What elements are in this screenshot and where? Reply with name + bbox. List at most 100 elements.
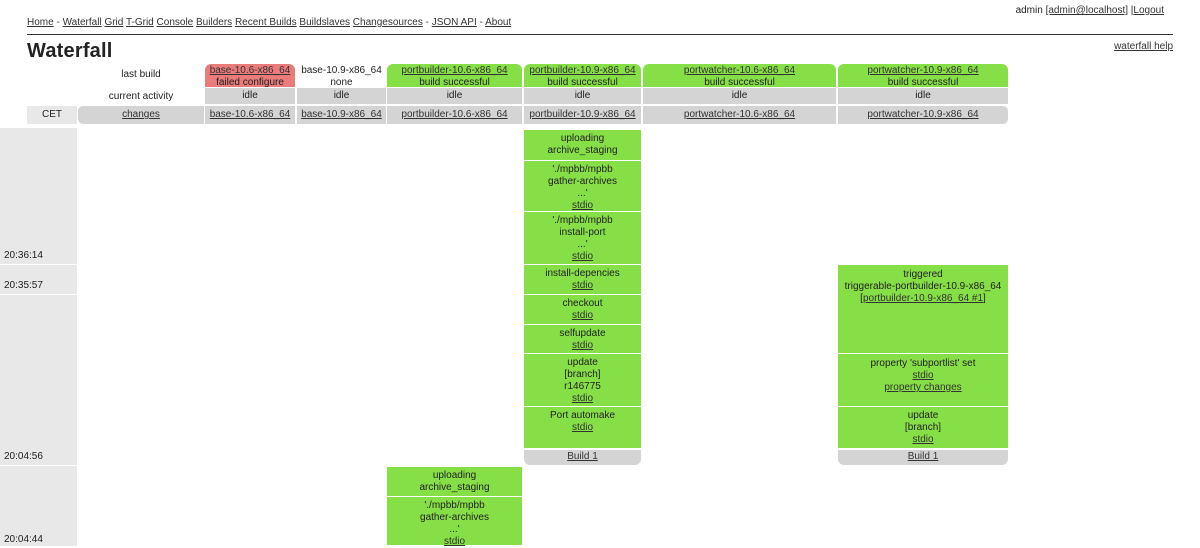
step-name: './mpbb/mpbb xyxy=(424,500,485,511)
timezone-header: CET xyxy=(27,106,77,124)
build-step-port-automake: Port automake stdio xyxy=(524,407,641,449)
current-activity-label: current activity xyxy=(108,91,174,102)
nav-tgrid-link[interactable]: T-Grid xyxy=(126,17,154,28)
stdio-link[interactable]: stdio xyxy=(572,310,593,321)
step-name: install-depencies xyxy=(545,268,620,279)
step-detail: [branch] xyxy=(564,369,601,380)
step-name: uploading xyxy=(432,470,477,481)
stdio-link[interactable]: stdio xyxy=(572,422,593,433)
build-1-portbuilder-10-9: Build 1 xyxy=(524,450,641,465)
nav-grid-link[interactable]: Grid xyxy=(104,17,123,28)
nav-recent-builds-link[interactable]: Recent Builds xyxy=(235,17,297,28)
build-step-update: update [branch] r146775 stdio xyxy=(524,354,641,407)
nav-buildslaves-link[interactable]: Buildslaves xyxy=(299,17,350,28)
nav-about-link[interactable]: About xyxy=(485,17,511,28)
page-title: Waterfall xyxy=(27,40,113,62)
build-status: build successful xyxy=(547,77,618,88)
build-step-install-depencies: install-depencies stdio xyxy=(524,265,641,295)
waterfall-help-link[interactable]: waterfall help xyxy=(1114,41,1173,52)
stdio-link[interactable]: stdio xyxy=(572,251,593,262)
top-nav: Home - Waterfall Grid T-Grid Console Bui… xyxy=(27,17,512,28)
step-name: checkout xyxy=(562,298,603,309)
step-detail: archive_staging xyxy=(547,145,618,156)
activity-base-10-9: idle xyxy=(297,88,386,104)
build-step-install-port: './mpbb/mpbb install-port ...' stdio xyxy=(524,212,641,265)
builder-link[interactable]: base-10.6-x86_64 xyxy=(210,65,291,76)
nav-changesources-link[interactable]: Changesources xyxy=(353,17,423,28)
header-divider xyxy=(27,34,1173,35)
builder-header-portbuilder-10-6: portbuilder-10.6-x86_64 xyxy=(387,106,522,124)
activity-portbuilder-10-9: idle xyxy=(524,88,641,104)
step-name: triggered xyxy=(903,269,943,280)
last-build-label: last build xyxy=(121,69,161,80)
activity-base-10-6: idle xyxy=(205,88,295,104)
builder-link[interactable]: portwatcher-10.9-x86_64 xyxy=(867,109,978,120)
build-step-uploading: uploading archive_staging xyxy=(387,467,522,497)
builder-link[interactable]: portbuilder-10.6-x86_64 xyxy=(401,65,507,76)
builder-link[interactable]: portbuilder-10.6-x86_64 xyxy=(401,109,507,120)
builder-link[interactable]: portwatcher-10.6-x86_64 xyxy=(684,65,795,76)
property-changes-link[interactable]: property changes xyxy=(884,382,961,393)
auth-bar: admin [admin@localhost] |Logout xyxy=(1015,5,1164,16)
changes-link[interactable]: changes xyxy=(122,109,160,120)
build-status: build successful xyxy=(419,77,490,88)
builder-header-portwatcher-10-6: portwatcher-10.6-x86_64 xyxy=(643,106,836,124)
step-detail: [branch] xyxy=(904,422,942,433)
stdio-link[interactable]: stdio xyxy=(572,280,593,291)
stdio-link[interactable]: stdio xyxy=(444,536,465,547)
builder-link[interactable]: base-10.6-x86_64 xyxy=(210,109,291,120)
step-detail: triggerable-portbuilder-10.9-x86_64 xyxy=(844,281,1002,292)
activity-portwatcher-10-6: idle xyxy=(643,88,836,104)
stdio-link[interactable]: stdio xyxy=(912,434,933,445)
last-build-portwatcher-10-6: portwatcher-10.6-x86_64 build successful xyxy=(643,64,836,88)
step-detail: r146775 xyxy=(564,381,601,392)
nav-builders-link[interactable]: Builders xyxy=(196,17,232,28)
step-detail: gather-archives xyxy=(548,176,617,187)
activity-portwatcher-10-9: idle xyxy=(838,88,1008,104)
changes-header: changes xyxy=(78,106,204,124)
nav-console-link[interactable]: Console xyxy=(157,17,194,28)
triggered-build-link[interactable]: portbuilder-10.9-x86_64 #1 xyxy=(863,293,983,304)
nav-home-link[interactable]: Home xyxy=(27,17,54,28)
stdio-link[interactable]: stdio xyxy=(912,370,933,381)
build-status: build successful xyxy=(704,77,775,88)
step-detail: ...' xyxy=(449,524,460,535)
step-detail: ...' xyxy=(577,188,588,199)
step-detail: ...' xyxy=(577,239,588,250)
builder-header-base-10-6: base-10.6-x86_64 xyxy=(205,106,295,124)
step-name: update xyxy=(567,357,598,368)
builder-link[interactable]: portwatcher-10.9-x86_64 xyxy=(867,65,978,76)
builder-link[interactable]: portbuilder-10.9-x86_64 xyxy=(529,65,635,76)
step-name: uploading xyxy=(560,133,605,144)
build-link[interactable]: Build 1 xyxy=(567,451,598,462)
builder-name: base-10.9-x86_64 xyxy=(301,65,382,76)
build-link[interactable]: Build 1 xyxy=(908,451,939,462)
stdio-link[interactable]: stdio xyxy=(572,393,593,404)
time-divider xyxy=(0,465,77,466)
builder-link[interactable]: base-10.9-x86_64 xyxy=(301,109,382,120)
time-divider xyxy=(0,294,77,295)
username: admin xyxy=(1015,5,1043,16)
build-status: none xyxy=(330,77,353,88)
build-step-selfupdate: selfupdate stdio xyxy=(524,325,641,354)
build-step-update: update [branch] stdio xyxy=(838,407,1008,449)
timestamp: 20:36:14 xyxy=(4,250,43,261)
timestamp: 20:04:56 xyxy=(4,451,43,462)
stdio-link[interactable]: stdio xyxy=(572,200,593,211)
build-step-gather-archives: './mpbb/mpbb gather-archives ...' stdio xyxy=(524,161,641,212)
step-name: update xyxy=(907,410,939,421)
builder-link[interactable]: portbuilder-10.9-x86_64 xyxy=(529,109,635,120)
stdio-link[interactable]: stdio xyxy=(572,340,593,351)
last-build-base-10-6: base-10.6-x86_64 failed configure xyxy=(205,64,295,88)
nav-json-api-link[interactable]: JSON API xyxy=(432,17,477,28)
builder-link[interactable]: portwatcher-10.6-x86_64 xyxy=(684,109,795,120)
build-step-gather-archives: './mpbb/mpbb gather-archives ...' stdio xyxy=(387,497,522,547)
build-status: failed configure xyxy=(216,77,284,88)
nav-waterfall-link[interactable]: Waterfall xyxy=(63,17,102,28)
step-detail: install-port xyxy=(559,227,606,238)
build-step-uploading: uploading archive_staging xyxy=(524,130,641,161)
user-account-link[interactable]: [admin@localhost] xyxy=(1046,5,1128,16)
logout-link[interactable]: Logout xyxy=(1133,5,1164,16)
step-name: Port automake xyxy=(549,410,616,421)
build-1-portwatcher-10-9: Build 1 xyxy=(838,450,1008,465)
